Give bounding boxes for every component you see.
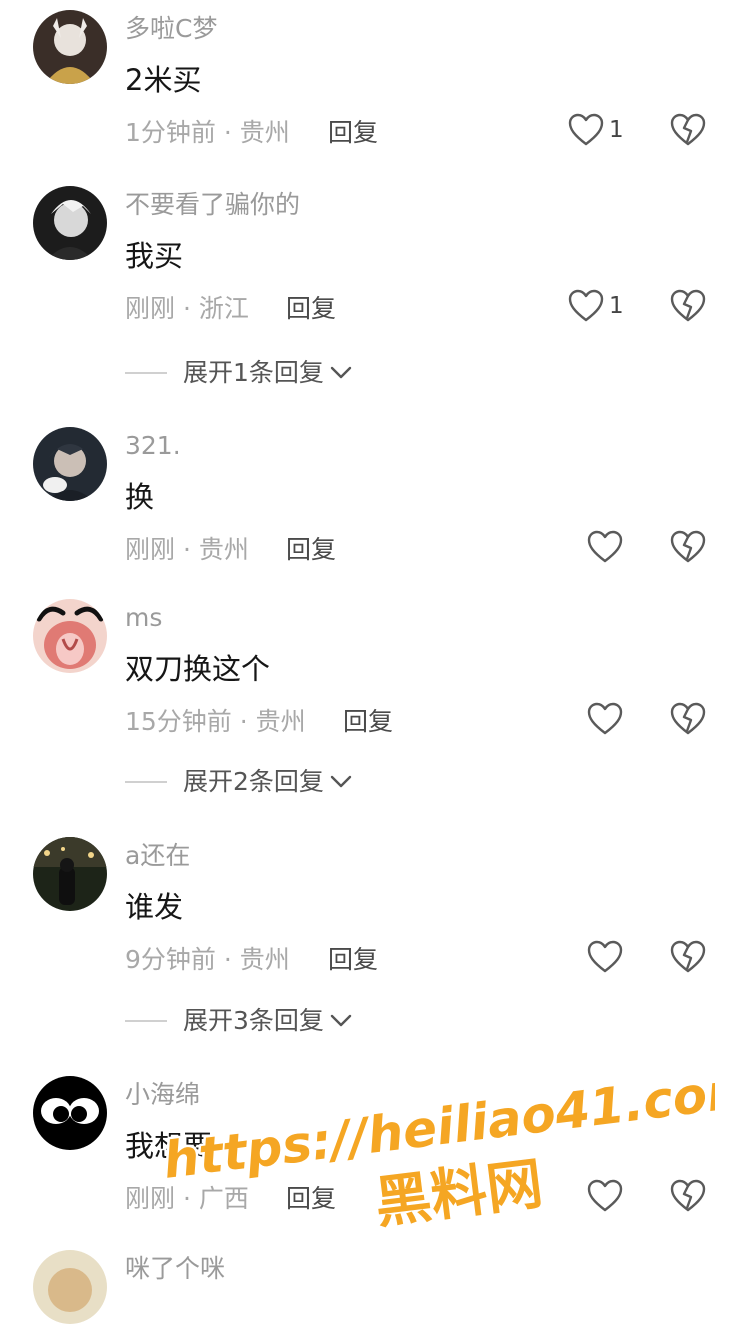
comment-meta: 刚刚 · 浙江 xyxy=(125,294,249,323)
comment-text: 我想要 xyxy=(125,1129,213,1163)
comment-username[interactable]: 多啦C梦 xyxy=(125,14,217,44)
avatar[interactable] xyxy=(33,599,107,673)
reply-button[interactable]: 回复 xyxy=(343,707,393,737)
broken-heart-icon xyxy=(670,289,706,322)
divider xyxy=(125,781,167,783)
heart-outline-icon xyxy=(568,289,604,322)
reply-button[interactable]: 回复 xyxy=(286,535,336,565)
expand-replies-label: 展开3条回复 xyxy=(183,1006,324,1035)
watermark-cn: 黑料网 xyxy=(372,1151,547,1236)
dislike-button[interactable] xyxy=(669,110,707,150)
comment-text: 2米买 xyxy=(125,63,202,97)
broken-heart-icon xyxy=(670,1179,706,1212)
like-button[interactable] xyxy=(586,527,624,567)
like-count: 1 xyxy=(609,293,624,319)
comment-username[interactable]: 不要看了骗你的 xyxy=(125,190,300,220)
comment-meta: 刚刚 · 贵州 xyxy=(125,535,249,564)
avatar[interactable] xyxy=(33,427,107,501)
like-button[interactable]: 1 xyxy=(567,110,624,150)
heart-outline-icon xyxy=(587,940,623,973)
reply-button[interactable]: 回复 xyxy=(286,1184,336,1214)
divider xyxy=(125,372,167,374)
comment-username[interactable]: 321. xyxy=(125,431,181,461)
reply-button[interactable]: 回复 xyxy=(286,294,336,324)
like-count: 1 xyxy=(609,117,624,143)
comment-username[interactable]: 小海绵 xyxy=(125,1080,200,1110)
comment-meta: 1分钟前 · 贵州 xyxy=(125,118,290,147)
dislike-button[interactable] xyxy=(669,286,707,326)
dislike-button[interactable] xyxy=(669,937,707,977)
comment-meta: 刚刚 · 广西 xyxy=(125,1184,249,1213)
chevron-down-icon xyxy=(330,1014,352,1027)
broken-heart-icon xyxy=(670,113,706,146)
like-button[interactable] xyxy=(586,937,624,977)
avatar[interactable] xyxy=(33,10,107,84)
comment-username[interactable]: a还在 xyxy=(125,841,190,871)
heart-outline-icon xyxy=(587,702,623,735)
like-button[interactable]: 1 xyxy=(567,286,624,326)
avatar[interactable] xyxy=(33,186,107,260)
divider xyxy=(125,1020,167,1022)
dislike-button[interactable] xyxy=(669,699,707,739)
watermark: https://heiliao41.com 黑料网 xyxy=(158,1065,715,1239)
comment-text: 双刀换这个 xyxy=(125,652,271,686)
heart-outline-icon xyxy=(568,113,604,146)
like-button[interactable] xyxy=(586,1176,624,1216)
comment-meta: 15分钟前 · 贵州 xyxy=(125,707,306,736)
heart-outline-icon xyxy=(587,530,623,563)
broken-heart-icon xyxy=(670,530,706,563)
reply-button[interactable]: 回复 xyxy=(328,945,378,975)
comment-meta: 9分钟前 · 贵州 xyxy=(125,945,290,974)
avatar[interactable] xyxy=(33,1076,107,1150)
watermark-url: https://heiliao41.com xyxy=(160,1065,715,1190)
dislike-button[interactable] xyxy=(669,1176,707,1216)
expand-replies-label: 展开2条回复 xyxy=(183,767,324,796)
expand-replies-label: 展开1条回复 xyxy=(183,358,324,387)
dislike-button[interactable] xyxy=(669,527,707,567)
comment-text: 我买 xyxy=(125,239,184,273)
expand-replies[interactable]: 展开3条回复 xyxy=(125,1006,352,1036)
broken-heart-icon xyxy=(670,940,706,973)
broken-heart-icon xyxy=(670,702,706,735)
comment-text: 谁发 xyxy=(125,890,184,924)
comment-username[interactable]: ms xyxy=(125,603,162,633)
like-button[interactable] xyxy=(586,699,624,739)
expand-replies[interactable]: 展开1条回复 xyxy=(125,358,352,388)
avatar[interactable] xyxy=(33,1250,107,1324)
comment-text: 换 xyxy=(125,480,155,514)
heart-outline-icon xyxy=(587,1179,623,1212)
avatar[interactable] xyxy=(33,837,107,911)
reply-button[interactable]: 回复 xyxy=(328,118,378,148)
chevron-down-icon xyxy=(330,366,352,379)
expand-replies[interactable]: 展开2条回复 xyxy=(125,767,352,797)
chevron-down-icon xyxy=(330,775,352,788)
